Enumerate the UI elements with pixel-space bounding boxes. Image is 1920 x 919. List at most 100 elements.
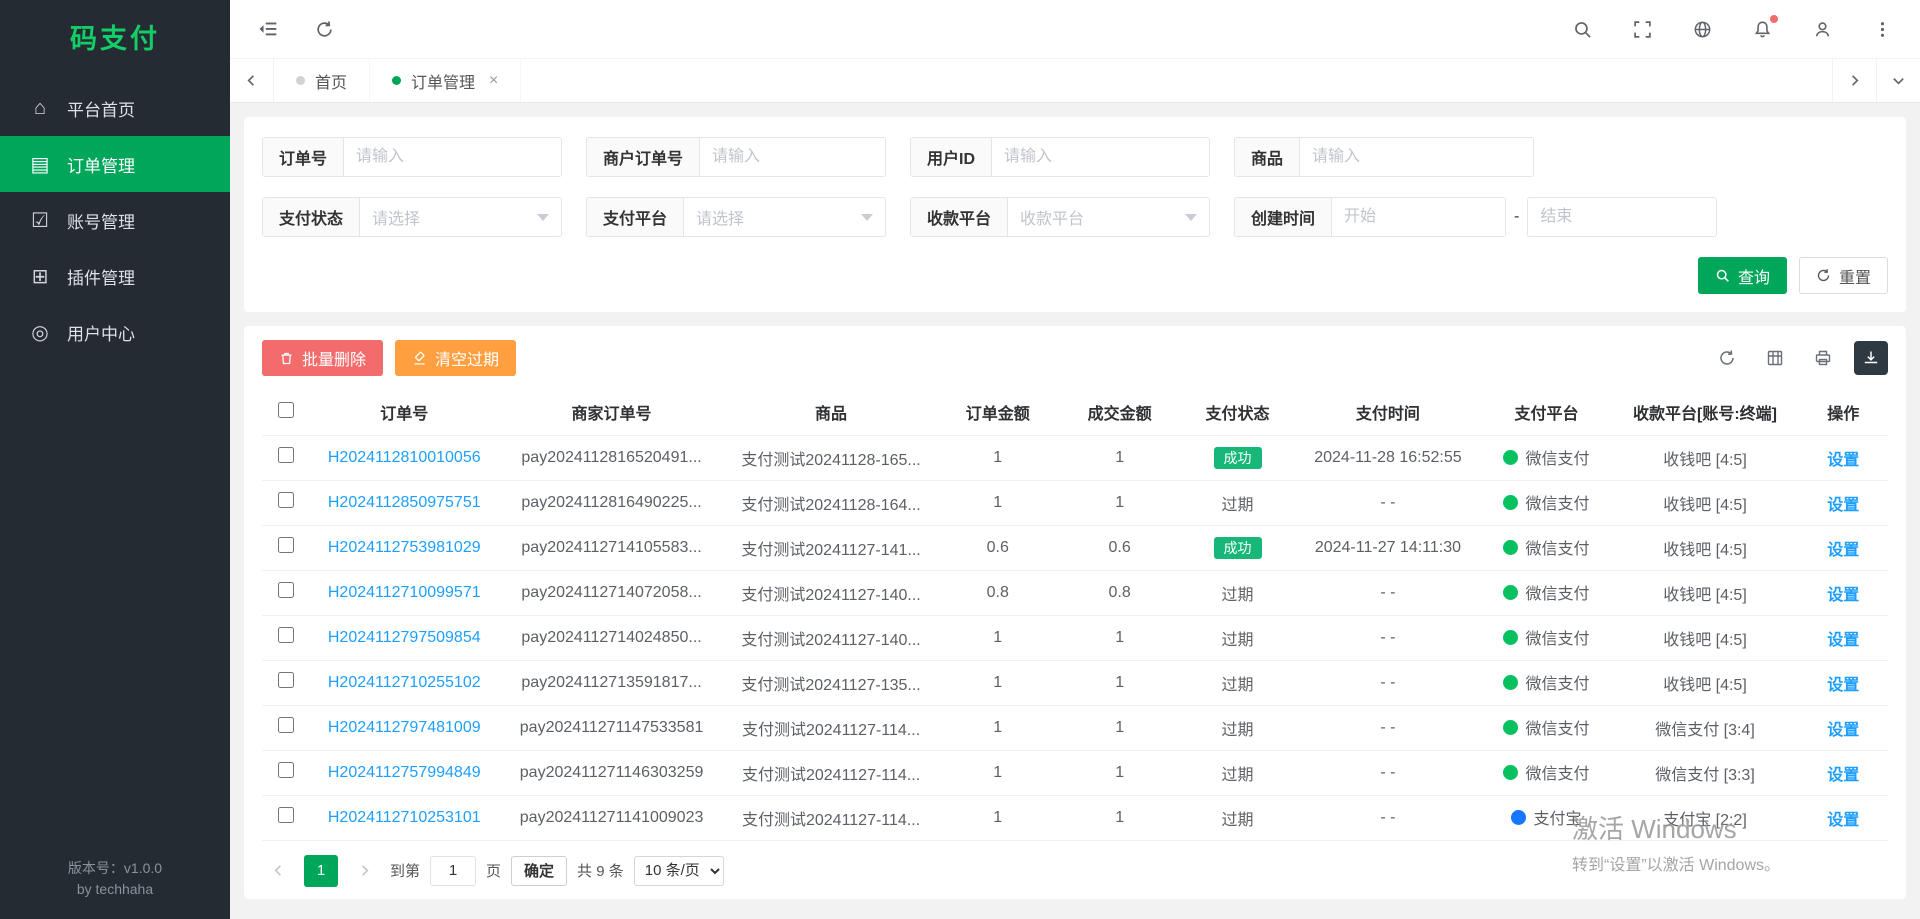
search-icon[interactable]: [1568, 15, 1596, 43]
product-name: 支付测试20241127-114...: [725, 705, 936, 750]
filter-text-input[interactable]: [700, 138, 885, 176]
settings-link[interactable]: 设置: [1827, 812, 1859, 829]
order-amount: 0.8: [937, 570, 1059, 615]
settings-link[interactable]: 设置: [1827, 587, 1859, 604]
order-no-link[interactable]: H2024112710255102: [328, 674, 481, 691]
prev-page-icon[interactable]: [262, 855, 294, 887]
status-text: 过期: [1222, 632, 1254, 649]
filter-select[interactable]: 请选择: [360, 198, 561, 236]
filter-select[interactable]: 请选择: [684, 198, 885, 236]
table-row: H2024112753981029 pay2024112714105583...…: [262, 525, 1888, 570]
refresh-table-icon[interactable]: [1710, 341, 1744, 375]
tabs-scroll-left-icon[interactable]: [230, 59, 274, 102]
refresh-icon[interactable]: [310, 15, 338, 43]
sidebar-item[interactable]: ◎ 用户中心: [0, 304, 230, 360]
filter-text-input[interactable]: [1300, 138, 1533, 176]
sidebar-item[interactable]: ▤ 订单管理: [0, 136, 230, 192]
sidebar-item-label: 插件管理: [67, 264, 135, 289]
more-icon[interactable]: [1868, 15, 1896, 43]
language-icon[interactable]: [1688, 15, 1716, 43]
row-checkbox[interactable]: [278, 627, 294, 643]
order-no-link[interactable]: H2024112753981029: [328, 539, 481, 556]
order-no-link[interactable]: H2024112757994849: [328, 764, 481, 781]
row-checkbox[interactable]: [278, 492, 294, 508]
next-page-icon[interactable]: [348, 855, 380, 887]
column-header: 订单金额: [937, 390, 1059, 435]
product-name: 支付测试20241127-141...: [725, 525, 936, 570]
goto-confirm-button[interactable]: 确定: [511, 856, 567, 886]
status-badge: 成功: [1214, 537, 1262, 559]
settings-link[interactable]: 设置: [1827, 452, 1859, 469]
receiver-platform: 收钱吧 [4:5]: [1612, 480, 1799, 525]
clear-expired-button[interactable]: 清空过期: [395, 340, 516, 376]
row-checkbox[interactable]: [278, 807, 294, 823]
version-line: 版本号：v1.0.0: [0, 858, 230, 880]
row-checkbox[interactable]: [278, 537, 294, 553]
settings-link[interactable]: 设置: [1827, 542, 1859, 559]
user-icon[interactable]: [1808, 15, 1836, 43]
row-checkbox[interactable]: [278, 447, 294, 463]
select-all-checkbox[interactable]: [278, 402, 294, 418]
order-no-link[interactable]: H2024112710253101: [328, 809, 481, 826]
page-size-select[interactable]: 10 条/页: [634, 856, 724, 886]
merchant-order-no: pay2024112713591817...: [498, 660, 726, 705]
collapse-menu-icon[interactable]: [254, 15, 282, 43]
app-logo: 码支付: [0, 0, 230, 72]
product-name: 支付测试20241127-135...: [725, 660, 936, 705]
pay-status: 过期: [1181, 705, 1295, 750]
order-no-link[interactable]: H2024112810010056: [328, 449, 481, 466]
row-checkbox[interactable]: [278, 717, 294, 733]
batch-delete-button[interactable]: 批量删除: [262, 340, 383, 376]
current-page[interactable]: 1: [304, 855, 338, 887]
filter-text-input[interactable]: [992, 138, 1209, 176]
settings-link[interactable]: 设置: [1827, 767, 1859, 784]
row-checkbox[interactable]: [278, 672, 294, 688]
filter-input-group: 订单号: [262, 137, 562, 177]
filter-text-input[interactable]: [344, 138, 561, 176]
sidebar-item[interactable]: ⌂ 平台首页: [0, 80, 230, 136]
sidebar-item[interactable]: ⊞ 插件管理: [0, 248, 230, 304]
notifications-icon[interactable]: [1748, 15, 1776, 43]
goto-page-input[interactable]: [430, 856, 476, 886]
product-name: 支付测试20241127-140...: [725, 615, 936, 660]
tab-item[interactable]: 首页: [274, 59, 370, 102]
fullscreen-icon[interactable]: [1628, 15, 1656, 43]
table-row: H2024112850975751 pay2024112816490225...…: [262, 480, 1888, 525]
tab-item[interactable]: 订单管理 ×: [370, 59, 521, 102]
columns-icon[interactable]: [1758, 341, 1792, 375]
filter-select-group: 收款平台 收款平台: [910, 197, 1210, 237]
table-row: H2024112810010056 pay2024112816520491...…: [262, 435, 1888, 480]
status-text: 过期: [1222, 767, 1254, 784]
print-icon[interactable]: [1806, 341, 1840, 375]
table-row: H2024112710099571 pay2024112714072058...…: [262, 570, 1888, 615]
tabs-scroll-right-icon[interactable]: [1832, 59, 1876, 102]
settings-link[interactable]: 设置: [1827, 632, 1859, 649]
search-button[interactable]: 查询: [1698, 257, 1787, 294]
start-date-input[interactable]: [1332, 198, 1505, 236]
column-header: 操作: [1798, 390, 1888, 435]
tabs-menu-icon[interactable]: [1876, 59, 1920, 102]
row-checkbox[interactable]: [278, 582, 294, 598]
order-amount: 0.6: [937, 525, 1059, 570]
order-no-link[interactable]: H2024112797509854: [328, 629, 481, 646]
pay-time: - -: [1294, 570, 1481, 615]
order-no-link[interactable]: H2024112850975751: [328, 494, 481, 511]
settings-link[interactable]: 设置: [1827, 497, 1859, 514]
sidebar-item[interactable]: ☑ 账号管理: [0, 192, 230, 248]
filter-select[interactable]: 收款平台: [1008, 198, 1209, 236]
order-no-link[interactable]: H2024112710099571: [328, 584, 481, 601]
settings-link[interactable]: 设置: [1827, 677, 1859, 694]
pay-status: 过期: [1181, 660, 1295, 705]
close-tab-icon[interactable]: ×: [489, 73, 498, 89]
order-no-link[interactable]: H2024112797481009: [328, 719, 481, 736]
row-checkbox[interactable]: [278, 762, 294, 778]
settings-link[interactable]: 设置: [1827, 722, 1859, 739]
column-header: 收款平台[账号:终端]: [1612, 390, 1799, 435]
merchant-order-no: pay202411271146303259: [498, 750, 726, 795]
wechat-pay-icon: [1503, 765, 1518, 780]
column-header: 商家订单号: [498, 390, 726, 435]
receiver-platform: 收钱吧 [4:5]: [1612, 660, 1799, 705]
export-icon[interactable]: [1854, 341, 1888, 375]
reset-button[interactable]: 重置: [1799, 257, 1888, 294]
end-date-input[interactable]: [1527, 197, 1717, 237]
